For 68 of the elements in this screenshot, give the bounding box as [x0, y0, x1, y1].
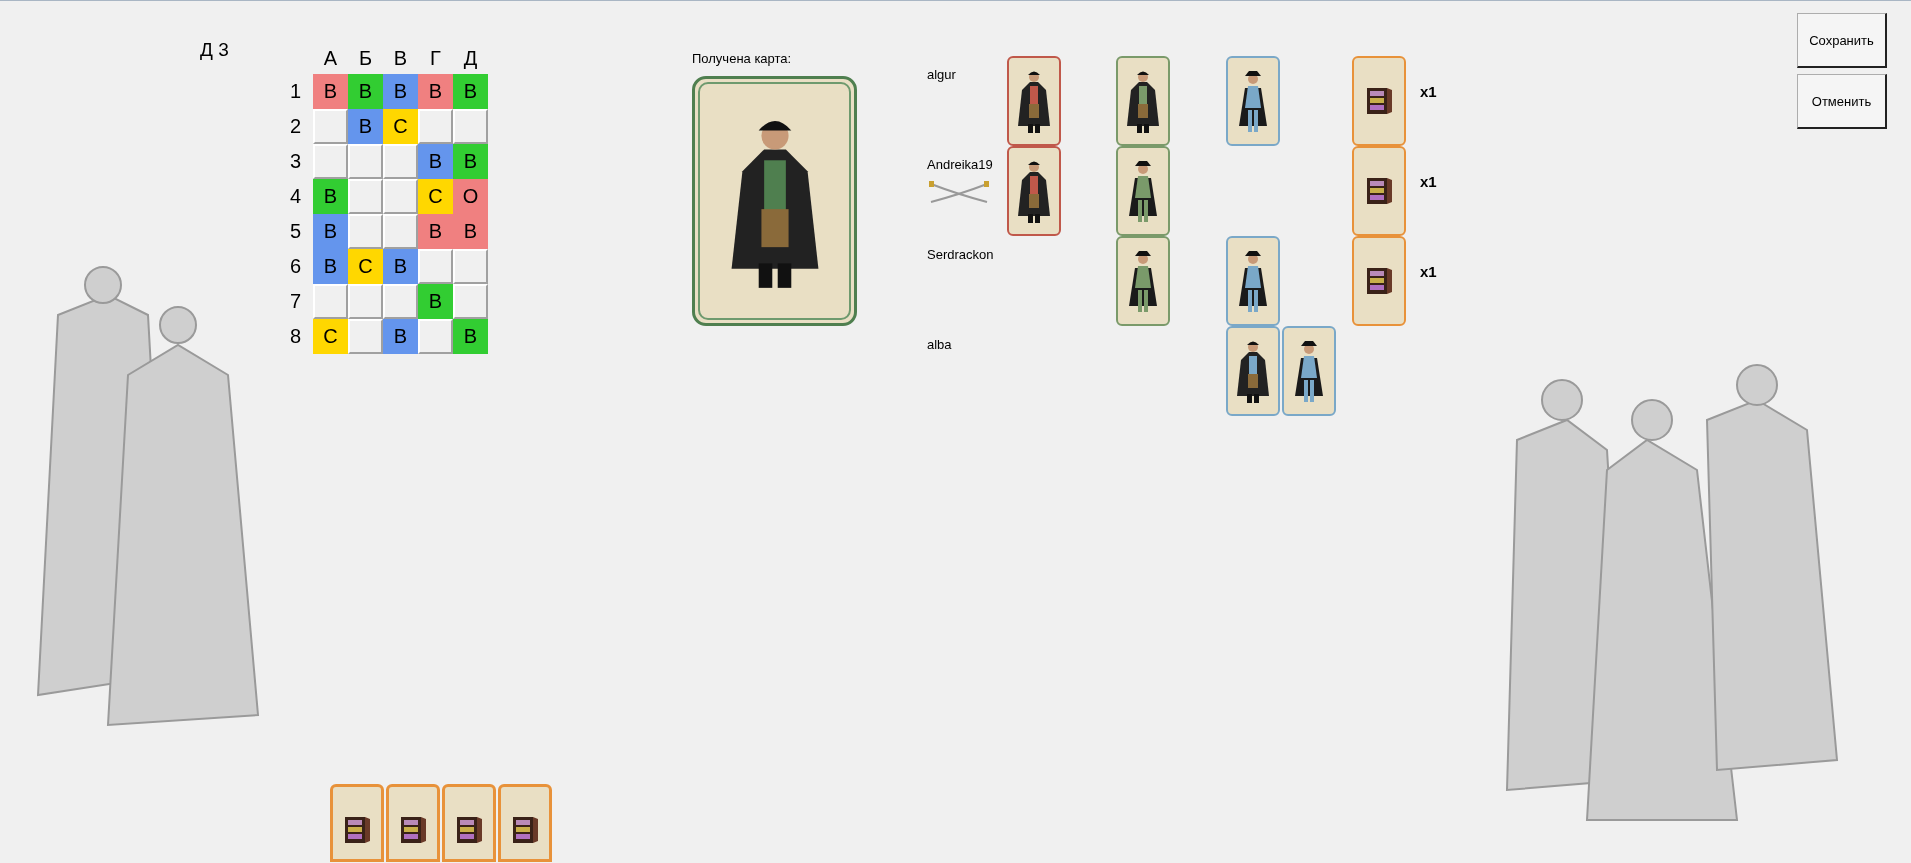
row-header: 1 [290, 79, 303, 104]
grid-cell[interactable]: В [383, 74, 418, 109]
player-name: Serdrackon [927, 247, 994, 262]
row-header: 6 [290, 254, 303, 279]
grid-cell[interactable] [348, 144, 383, 179]
grid-cell[interactable]: В [418, 144, 453, 179]
grid-cell[interactable] [383, 214, 418, 249]
row-header: 7 [290, 289, 303, 314]
grid-cell[interactable] [418, 109, 453, 144]
grid-cell[interactable] [348, 319, 383, 354]
grid-cell[interactable] [313, 284, 348, 319]
action-button[interactable]: Сохранить [1797, 13, 1887, 68]
card-count: x1 [1420, 81, 1438, 102]
grid-cell[interactable] [383, 284, 418, 319]
grid-cell[interactable]: В [453, 214, 488, 249]
grid-cell[interactable]: В [418, 74, 453, 109]
row-header: 5 [290, 219, 303, 244]
grid-cell[interactable]: В [313, 214, 348, 249]
card-count: x1 [1420, 261, 1438, 282]
grid-cell[interactable] [383, 144, 418, 179]
grid-cell[interactable]: С [313, 319, 348, 354]
row-header: 2 [290, 114, 303, 139]
grid-cell[interactable]: В [453, 144, 488, 179]
grid-cell[interactable]: В [348, 109, 383, 144]
grid-cell[interactable]: В [313, 249, 348, 284]
card-count: x1 [1420, 171, 1438, 192]
grid-cell[interactable]: В [453, 74, 488, 109]
grid-cell[interactable]: В [453, 319, 488, 354]
column-header: Д [462, 46, 479, 71]
column-header: Б [357, 46, 374, 71]
player-name: algur [927, 67, 956, 82]
grid-cell[interactable] [453, 109, 488, 144]
action-button[interactable]: Отменить [1797, 74, 1887, 129]
player-name: Andreika19 [927, 157, 993, 172]
cabinet-card[interactable] [386, 784, 440, 862]
grid-cell[interactable] [348, 284, 383, 319]
grid-cell[interactable]: О [453, 179, 488, 214]
grid-cell[interactable]: С [348, 249, 383, 284]
cabinet-card[interactable] [498, 784, 552, 862]
grid-cell[interactable]: С [383, 109, 418, 144]
player-name: alba [927, 337, 952, 352]
cabinet-card[interactable] [330, 784, 384, 862]
grid-cell[interactable]: В [383, 249, 418, 284]
grid-cell[interactable]: В [383, 319, 418, 354]
grid-cell[interactable] [453, 284, 488, 319]
grid-cell[interactable] [453, 249, 488, 284]
received-label: Получена карта: [692, 51, 793, 66]
row-header: 3 [290, 149, 303, 174]
cabinet-card[interactable] [442, 784, 496, 862]
column-header: В [392, 46, 409, 71]
grid-cell[interactable]: В [418, 214, 453, 249]
grid-cell[interactable]: В [418, 284, 453, 319]
grid-cell[interactable] [383, 179, 418, 214]
grid-cell[interactable] [313, 109, 348, 144]
column-header: Г [429, 46, 442, 71]
grid-cell[interactable] [313, 144, 348, 179]
grid-cell[interactable]: В [313, 74, 348, 109]
turn-label: Д 3 [200, 39, 229, 61]
grid-cell[interactable] [418, 249, 453, 284]
column-header: А [322, 46, 339, 71]
grid-cell[interactable] [418, 319, 453, 354]
row-header: 4 [290, 184, 303, 209]
grid-cell[interactable]: В [313, 179, 348, 214]
grid-cell[interactable]: В [348, 74, 383, 109]
grid-cell[interactable] [348, 214, 383, 249]
grid-cell[interactable]: С [418, 179, 453, 214]
grid-cell[interactable] [348, 179, 383, 214]
row-header: 8 [290, 324, 303, 349]
